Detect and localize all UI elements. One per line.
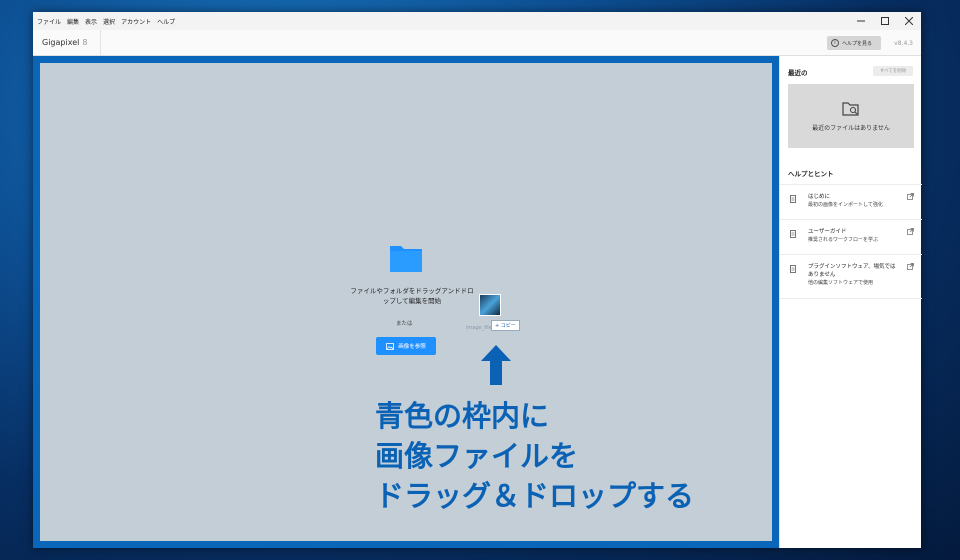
close-icon bbox=[905, 17, 913, 25]
instruction-overlay: 青色の枠内に 画像ファイルを ドラッグ＆ドロップする bbox=[375, 396, 694, 516]
menu-help[interactable]: ヘルプ bbox=[157, 17, 175, 26]
browse-button-label: 画像を参照 bbox=[398, 344, 426, 350]
recent-files-box: 最近のファイルはありません bbox=[788, 84, 914, 148]
app-name: Gigapixel bbox=[42, 38, 80, 47]
menu-account[interactable]: アカウント bbox=[121, 17, 151, 26]
menu-select[interactable]: 選択 bbox=[103, 17, 115, 26]
close-button[interactable] bbox=[897, 12, 921, 30]
hint-item-user-guide[interactable]: ユーザーガイド 推奨されるワークフローを学ぶ bbox=[780, 219, 922, 252]
browse-images-button[interactable]: 画像を参照 bbox=[376, 337, 436, 355]
hint-title: プラグインソフトウェア、場気ではありません bbox=[808, 264, 896, 278]
toolbar-divider bbox=[100, 30, 101, 56]
recent-title: 最近の bbox=[788, 69, 808, 77]
document-icon bbox=[790, 195, 796, 203]
hint-item-getting-started[interactable]: はじめに 最初の画像をインポートして強化 bbox=[780, 184, 922, 217]
right-panel: 最近の すべてを削除 最近のファイルはありません ヘルプとヒント はじめに 最初… bbox=[779, 56, 922, 548]
menu-view[interactable]: 表示 bbox=[85, 17, 97, 26]
drop-zone[interactable]: ファイルやフォルダをドラッグアンドドロップして編集を開始 または 画像を参照 i… bbox=[33, 56, 779, 548]
external-link-icon bbox=[907, 263, 914, 270]
copy-badge: + コピー bbox=[491, 320, 520, 331]
hint-item-plugin[interactable]: プラグインソフトウェア、場気ではありません 他の編集ソフトウェアで使用 bbox=[780, 254, 922, 295]
menu-edit[interactable]: 編集 bbox=[67, 17, 79, 26]
hint-divider bbox=[780, 298, 922, 299]
no-recent-files-text: 最近のファイルはありません bbox=[812, 124, 890, 132]
minimize-icon bbox=[857, 20, 865, 22]
document-icon bbox=[790, 265, 796, 273]
folder-icon bbox=[390, 246, 422, 272]
app-window: ファイル 編集 表示 選択 アカウント ヘルプ Gigapixel 8 i ヘルプ… bbox=[33, 12, 922, 548]
hint-title: ユーザーガイド bbox=[808, 229, 847, 235]
maximize-icon bbox=[881, 17, 889, 25]
app-title: Gigapixel 8 bbox=[42, 38, 87, 47]
help-button-label: ヘルプを見る bbox=[842, 40, 873, 47]
app-version: 8 bbox=[82, 38, 88, 47]
or-label: または bbox=[396, 321, 413, 327]
image-icon bbox=[386, 342, 395, 350]
dragged-image-thumbnail bbox=[479, 294, 501, 316]
maximize-button[interactable] bbox=[873, 12, 897, 30]
version-label: v8.4.3 bbox=[894, 40, 913, 47]
drop-instruction-text: ファイルやフォルダをドラッグアンドドロップして編集を開始 bbox=[350, 287, 474, 305]
window-controls bbox=[849, 12, 921, 30]
menu-file[interactable]: ファイル bbox=[37, 17, 61, 26]
info-icon: i bbox=[831, 39, 839, 47]
instruction-line-1: 青色の枠内に bbox=[375, 399, 550, 433]
instruction-line-2: 画像ファイルを bbox=[375, 439, 579, 473]
hint-title: はじめに bbox=[808, 194, 831, 200]
document-icon bbox=[790, 230, 796, 238]
arrow-up-icon bbox=[481, 345, 511, 385]
menu-bar: ファイル 編集 表示 選択 アカウント ヘルプ bbox=[33, 12, 921, 30]
external-link-icon bbox=[907, 228, 914, 235]
desktop: { "menu": ["ファイル", "編集", "表示", "選択", "アカ… bbox=[0, 0, 960, 560]
hint-description: 最初の画像をインポートして強化 bbox=[808, 202, 883, 208]
clear-all-button[interactable]: すべてを削除 bbox=[873, 66, 913, 76]
toolbar: Gigapixel 8 i ヘルプを見る v8.4.3 bbox=[33, 30, 921, 56]
folder-search-icon bbox=[842, 101, 859, 116]
minimize-button[interactable] bbox=[849, 12, 873, 30]
help-tips-title: ヘルプとヒント bbox=[788, 170, 834, 178]
hint-description: 推奨されるワークフローを学ぶ bbox=[808, 237, 879, 243]
external-link-icon bbox=[907, 193, 914, 200]
help-button[interactable]: i ヘルプを見る bbox=[827, 36, 881, 50]
hint-description: 他の編集ソフトウェアで使用 bbox=[808, 280, 874, 286]
instruction-line-3: ドラッグ＆ドロップする bbox=[375, 479, 695, 513]
